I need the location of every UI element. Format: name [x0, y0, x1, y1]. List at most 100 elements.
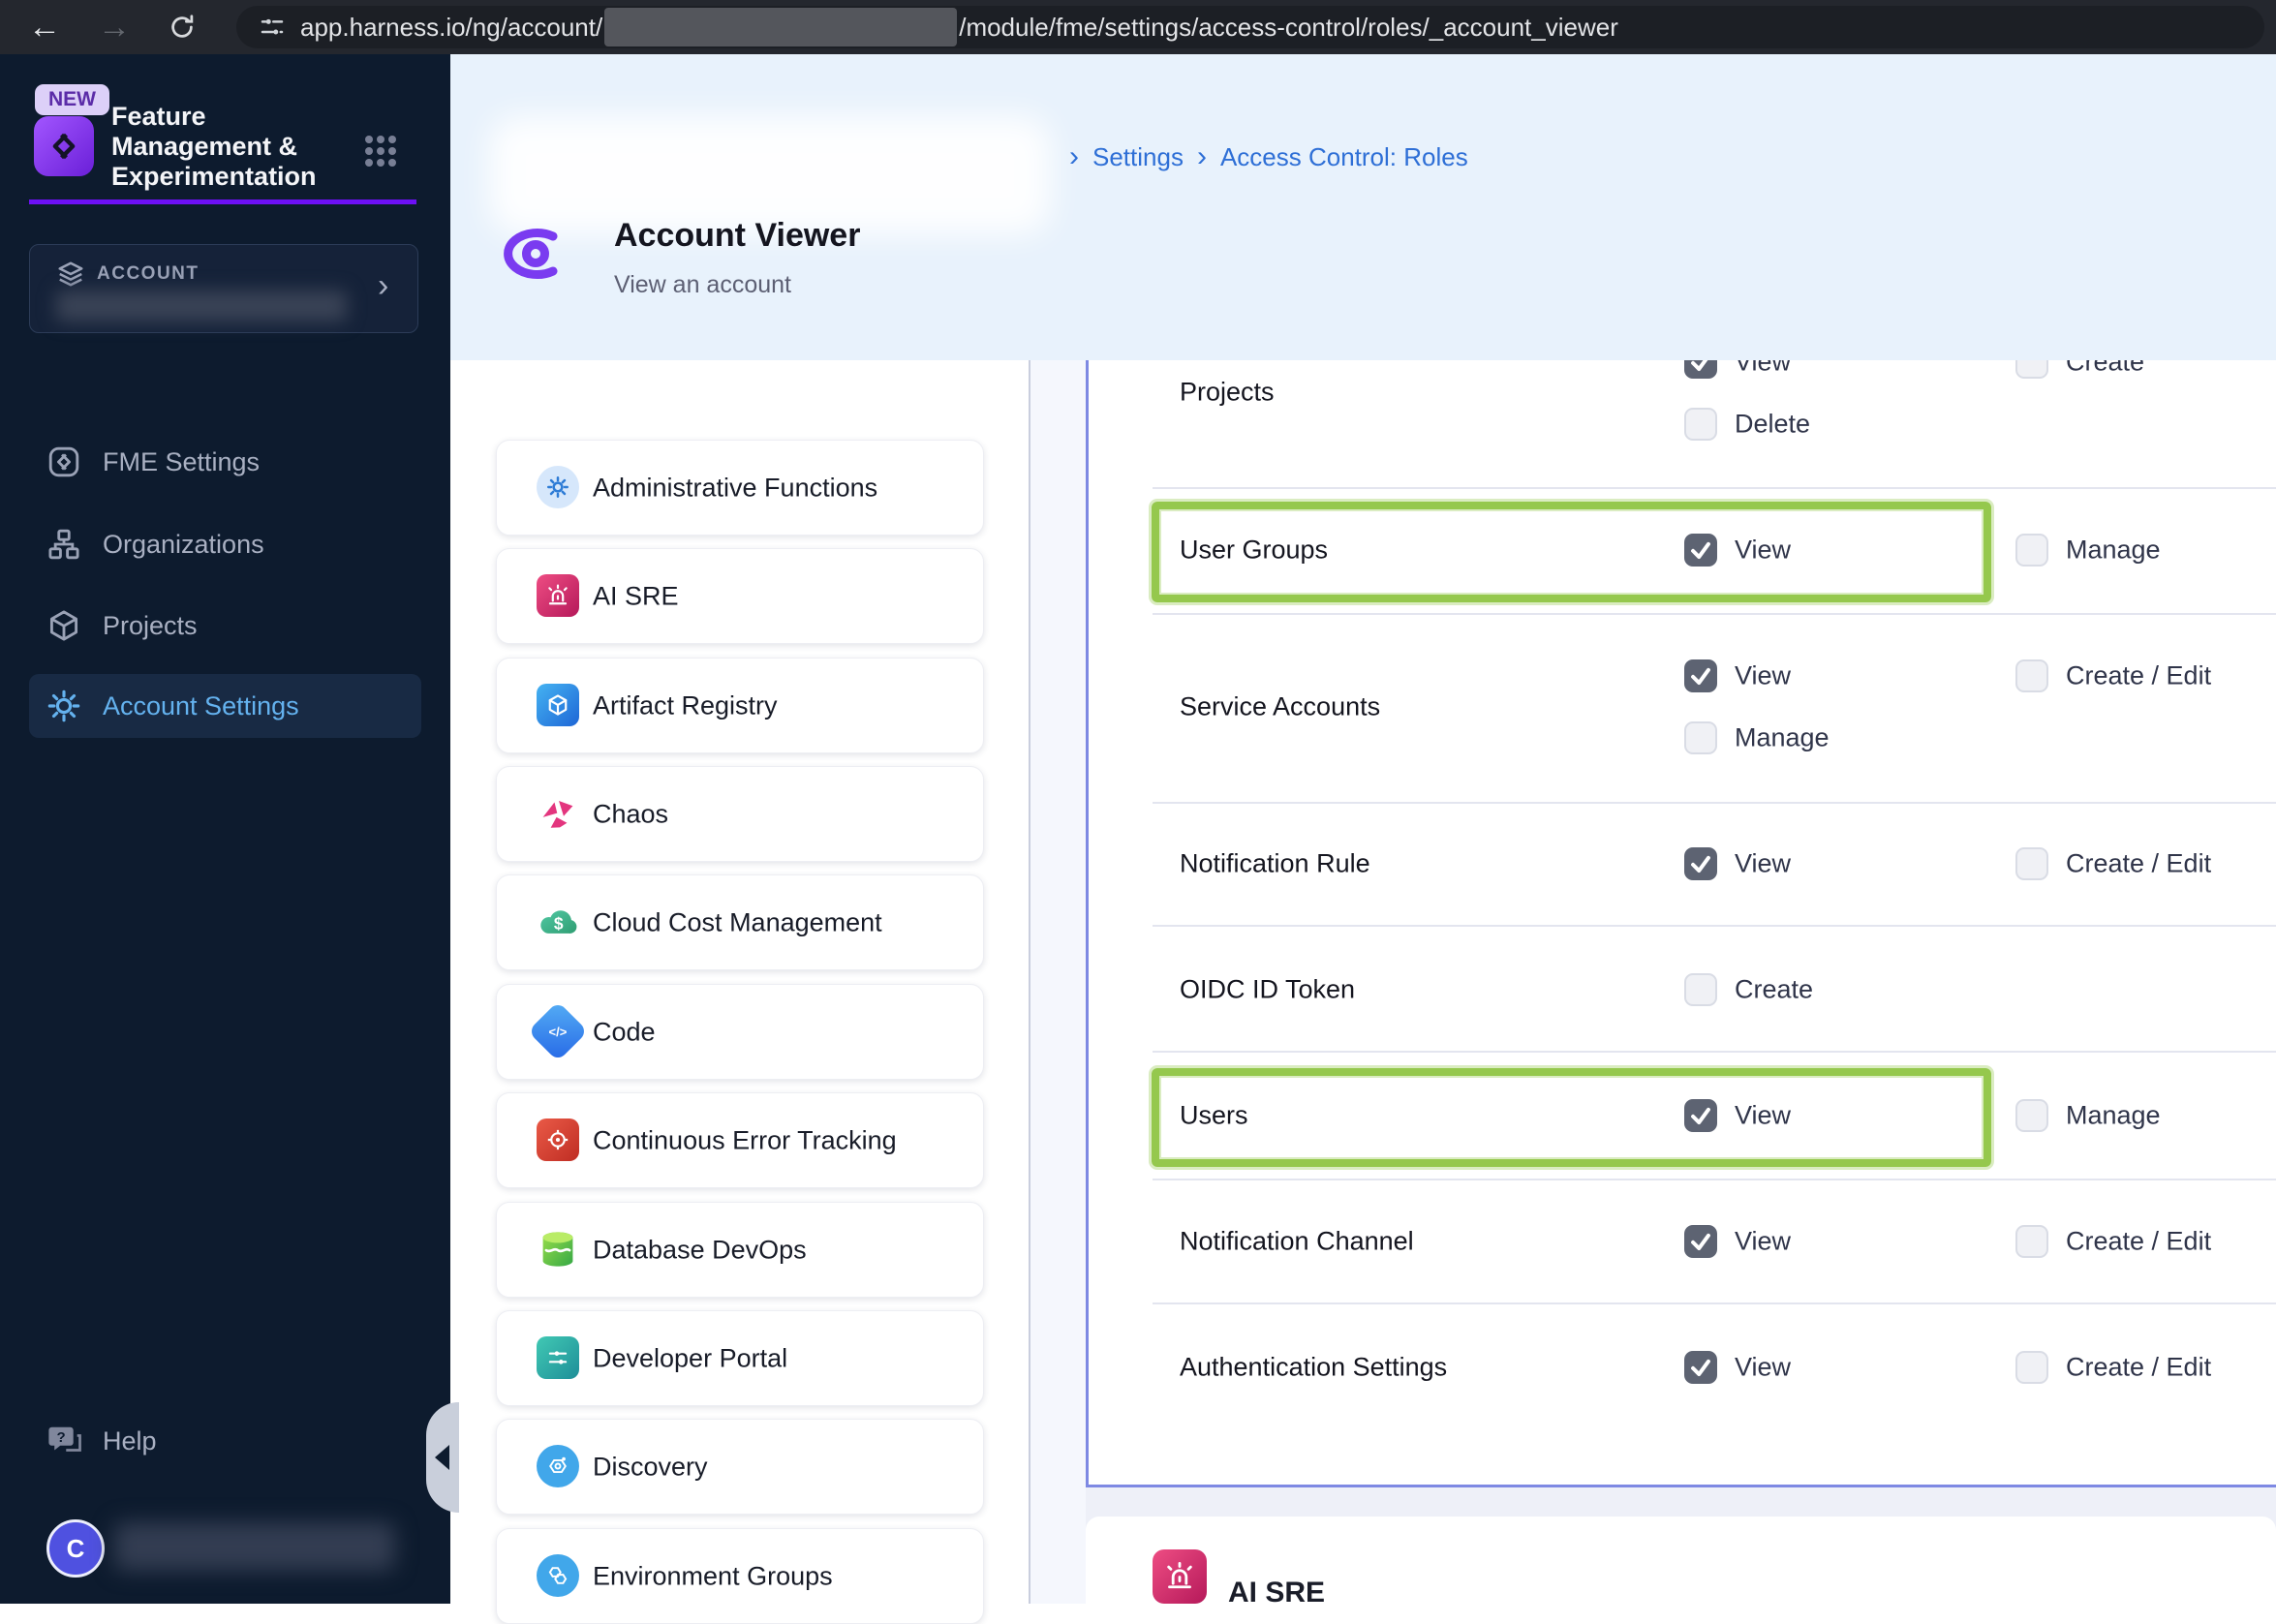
checkbox-label: View [1735, 1226, 1792, 1256]
sidebar-item-projects[interactable]: Projects [0, 594, 450, 658]
org-chart-icon [46, 527, 81, 562]
module-label: Administrative Functions [593, 473, 878, 502]
sidebar-item-organizations[interactable]: Organizations [0, 512, 450, 576]
module-card-database-devops[interactable]: Database DevOps [496, 1202, 984, 1298]
checkbox-label: Manage [2066, 1100, 2161, 1130]
breadcrumb: › Settings › Access Control: Roles [1056, 136, 1468, 178]
target-icon [537, 1118, 579, 1161]
column-gutter [1030, 360, 1086, 1604]
checkbox-label: Delete [1735, 409, 1811, 439]
resource-label-oidc-id-token: OIDC ID Token [1180, 974, 1356, 1004]
module-label: Chaos [593, 799, 669, 828]
breadcrumb-link-settings[interactable]: Settings [1092, 142, 1184, 172]
row-divider [1153, 1051, 2276, 1053]
browser-reload-button[interactable] [155, 0, 209, 54]
checkbox-label: Create [1735, 974, 1814, 1004]
help-label: Help [103, 1425, 157, 1455]
row-divider [1153, 487, 2276, 489]
resource-label-projects: Projects [1180, 377, 1275, 407]
module-card-cloud-cost-management[interactable]: $ Cloud Cost Management [496, 874, 984, 970]
ai-sre-icon [1153, 1549, 1207, 1604]
fme-app-logo-icon[interactable] [34, 116, 94, 176]
checkbox-users-view[interactable] [1684, 1099, 1717, 1132]
browser-forward-button[interactable]: → [87, 0, 141, 54]
checkbox-service-accounts-manage[interactable] [1684, 721, 1717, 754]
resource-label-users: Users [1180, 1100, 1248, 1130]
checkbox-label: View [1735, 1352, 1792, 1382]
checkbox-users-manage[interactable] [2015, 1099, 2048, 1132]
module-card-continuous-error-tracking[interactable]: Continuous Error Tracking [496, 1092, 984, 1188]
sidebar-item-fme-settings[interactable]: FME Settings [0, 430, 450, 494]
module-label: Code [593, 1017, 656, 1046]
url-field[interactable]: app.harness.io/ng/account//module/fme/se… [236, 6, 2264, 48]
green-highlight-annotation [1152, 1068, 1991, 1167]
module-card-environment-groups[interactable]: Environment Groups [496, 1528, 984, 1624]
row-divider [1153, 1179, 2276, 1180]
browser-back-button[interactable]: ← [17, 0, 72, 54]
chevron-right-icon[interactable]: › [378, 269, 388, 302]
checkbox-notification-channel-create-edit[interactable] [2015, 1225, 2048, 1258]
checkbox-service-accounts-view[interactable] [1684, 659, 1717, 692]
resource-label-user-groups: User Groups [1180, 535, 1329, 565]
checkbox-service-accounts-create-edit[interactable] [2015, 659, 2048, 692]
checkbox-label: Create / Edit [2066, 1352, 2212, 1382]
checkbox-user-groups-view[interactable] [1684, 534, 1717, 567]
module-card-code[interactable]: </> Code [496, 984, 984, 1080]
checkbox-authentication-settings-view[interactable] [1684, 1351, 1717, 1384]
checkbox-projects-delete[interactable] [1684, 408, 1717, 441]
sidebar-item-help[interactable]: ? Help [0, 1412, 291, 1470]
checkbox-label: View [1735, 660, 1792, 690]
new-badge: NEW [35, 84, 109, 115]
module-card-discovery[interactable]: Discovery [496, 1419, 984, 1515]
module-label: Cloud Cost Management [593, 907, 882, 936]
row-divider [1153, 1302, 2276, 1304]
url-text[interactable]: app.harness.io/ng/account//module/fme/se… [300, 8, 1618, 46]
breadcrumb-separator: › [1069, 140, 1079, 172]
checkbox-authentication-settings-create-edit[interactable] [2015, 1351, 2048, 1384]
user-avatar[interactable]: C [46, 1519, 105, 1578]
hexagons-icon [537, 1554, 579, 1597]
gear-circle-icon [537, 466, 579, 508]
resource-label-notification-channel: Notification Channel [1180, 1226, 1414, 1256]
svg-text:?: ? [56, 1429, 65, 1446]
checkbox-label: View [1735, 1100, 1792, 1130]
checkbox-oidc-id-token-create[interactable] [1684, 973, 1717, 1006]
module-card-administrative-functions[interactable]: Administrative Functions [496, 440, 984, 536]
breadcrumb-link-access-control-roles[interactable]: Access Control: Roles [1220, 142, 1468, 172]
hex-gear-icon [537, 1445, 579, 1487]
checkbox-notification-rule-view[interactable] [1684, 847, 1717, 880]
module-label: Artifact Registry [593, 690, 778, 720]
fme-logo-icon [46, 444, 81, 479]
sliders-icon [537, 1336, 579, 1379]
svg-text:$: $ [554, 913, 564, 933]
resource-label-authentication-settings: Authentication Settings [1180, 1352, 1448, 1382]
app-grid-icon[interactable] [363, 134, 398, 169]
sidebar-item-account-settings[interactable]: Account Settings [29, 674, 421, 738]
sidebar-item-label: Projects [103, 610, 198, 640]
sidebar-item-label: FME Settings [103, 446, 261, 476]
checkbox-label: Create / Edit [2066, 1226, 2212, 1256]
module-card-chaos[interactable]: Chaos [496, 766, 984, 862]
module-label: Database DevOps [593, 1235, 807, 1264]
cloud-dollar-icon: $ [537, 901, 579, 943]
sidebar-collapse-handle[interactable] [426, 1402, 459, 1513]
database-icon [537, 1228, 579, 1271]
module-card-artifact-registry[interactable]: Artifact Registry [496, 658, 984, 753]
cube-icon [46, 608, 81, 643]
checkbox-user-groups-manage[interactable] [2015, 534, 2048, 567]
siren-icon [537, 574, 579, 617]
help-chat-icon: ? [48, 1426, 81, 1452]
module-card-ai-sre[interactable]: AI SRE [496, 548, 984, 644]
module-list-column [450, 360, 1029, 1604]
breadcrumb-separator: › [1196, 140, 1207, 172]
checkbox-label: Create / Edit [2066, 660, 2212, 690]
checkbox-notification-channel-view[interactable] [1684, 1225, 1717, 1258]
checkbox-notification-rule-create-edit[interactable] [2015, 847, 2048, 880]
redacted-account-name [56, 291, 347, 322]
chaos-icon [537, 792, 579, 835]
checkbox-label: View [1735, 535, 1792, 565]
checkbox-label: Create / Edit [2066, 848, 2212, 878]
module-card-developer-portal[interactable]: Developer Portal [496, 1310, 984, 1406]
site-info-icon[interactable] [258, 13, 287, 42]
row-divider [1153, 802, 2276, 804]
